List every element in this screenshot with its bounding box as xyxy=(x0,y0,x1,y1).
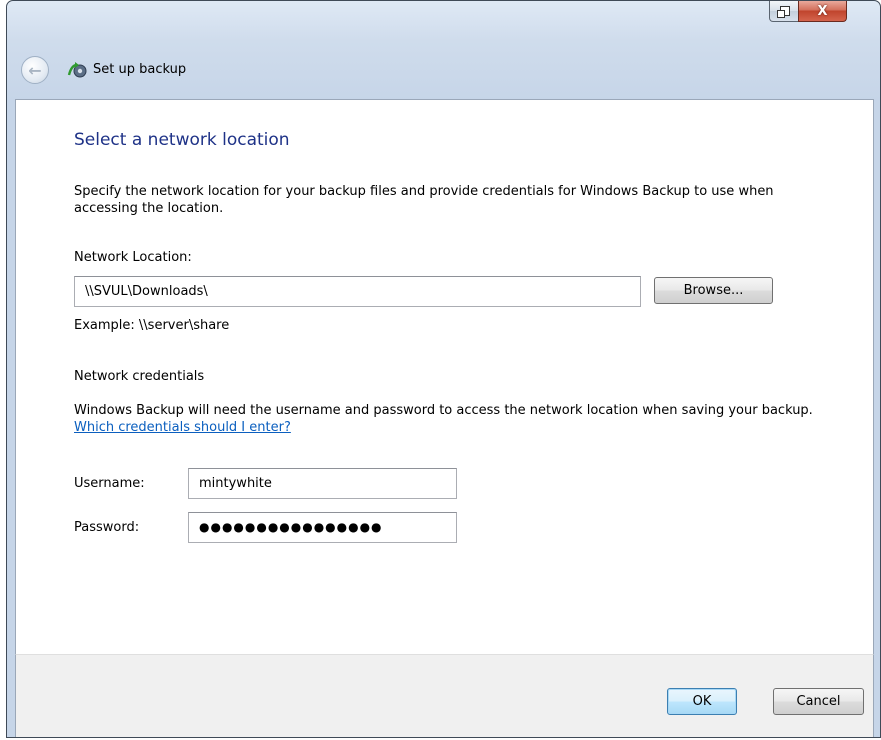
restore-icon xyxy=(777,6,790,18)
credentials-description-text: Windows Backup will need the username an… xyxy=(74,403,813,418)
network-location-input[interactable]: \\SVUL\Downloads\ xyxy=(74,276,641,307)
page-description: Specify the network location for your ba… xyxy=(74,184,774,216)
example-text: Example: \\server\share xyxy=(74,318,230,333)
close-button[interactable]: X xyxy=(798,1,847,22)
credentials-heading: Network credentials xyxy=(74,369,205,384)
restore-button[interactable] xyxy=(769,1,799,22)
browse-button[interactable]: Browse... xyxy=(654,277,773,304)
page-heading: Select a network location xyxy=(74,130,290,150)
ok-button[interactable]: OK xyxy=(667,688,737,715)
password-input[interactable]: ●●●●●●●●●●●●●●●● xyxy=(188,512,457,543)
credentials-description: Windows Backup will need the username an… xyxy=(74,402,844,436)
username-input[interactable]: mintywhite xyxy=(188,468,457,499)
close-icon: X xyxy=(817,3,828,19)
window-title: Set up backup xyxy=(93,62,187,77)
network-location-label: Network Location: xyxy=(74,250,192,265)
dialog-window: X ← Set up backup Select a network locat… xyxy=(6,0,881,738)
back-button[interactable]: ← xyxy=(21,56,49,84)
button-bar: OK Cancel xyxy=(15,654,874,737)
backup-icon xyxy=(67,62,87,78)
password-label: Password: xyxy=(74,520,140,535)
back-arrow-icon: ← xyxy=(28,60,42,80)
content-pane: Select a network location Specify the ne… xyxy=(15,99,874,654)
navigation-bar: ← Set up backup xyxy=(7,53,880,93)
username-label: Username: xyxy=(74,476,145,491)
credentials-help-link[interactable]: Which credentials should I enter? xyxy=(74,420,291,435)
cancel-button[interactable]: Cancel xyxy=(773,688,864,715)
